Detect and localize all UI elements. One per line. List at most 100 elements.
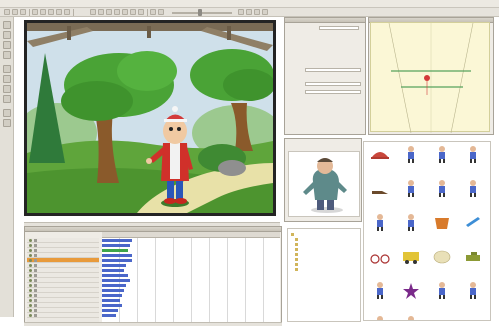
tree-node[interactable] (295, 252, 299, 256)
lock-icon[interactable] (34, 239, 37, 242)
keyframe-bar[interactable] (102, 309, 118, 312)
menu-modify[interactable] (60, 1, 74, 7)
menu-view[interactable] (32, 1, 46, 7)
library-item[interactable] (397, 247, 425, 275)
prop-value-field[interactable] (305, 90, 361, 94)
visibility-icon[interactable] (29, 309, 32, 312)
visibility-icon[interactable] (29, 244, 32, 247)
undo-button[interactable] (56, 9, 62, 15)
lock-icon[interactable] (34, 244, 37, 247)
visibility-icon[interactable] (29, 239, 32, 242)
keyframe-bar[interactable] (102, 239, 132, 242)
lock-icon[interactable] (34, 299, 37, 302)
camera-button[interactable] (150, 9, 156, 15)
keyframe-bar[interactable] (102, 264, 126, 267)
keyframe-bar[interactable] (102, 269, 124, 272)
library-item[interactable] (366, 213, 394, 241)
tree-node[interactable] (295, 237, 299, 241)
stop-button[interactable] (98, 9, 104, 15)
preview-button[interactable] (262, 9, 268, 15)
timeline-layer-row[interactable] (27, 313, 99, 318)
library-item[interactable] (428, 281, 456, 309)
keyframe-bar[interactable] (102, 284, 126, 287)
tree-node[interactable] (295, 247, 299, 251)
step-back-button[interactable] (114, 9, 120, 15)
visibility-icon[interactable] (29, 284, 32, 287)
keyframe-bar[interactable] (102, 314, 116, 317)
library-item[interactable] (428, 247, 456, 275)
scale-tool-icon[interactable] (3, 41, 11, 49)
lock-icon[interactable] (34, 249, 37, 252)
loop-button[interactable] (130, 9, 136, 15)
keyframe-bar[interactable] (102, 274, 128, 277)
library-item[interactable] (366, 247, 394, 275)
keyframe-bar[interactable] (102, 259, 132, 262)
menu-window[interactable] (74, 1, 88, 7)
lock-icon[interactable] (34, 259, 37, 262)
tree-node[interactable] (295, 242, 299, 246)
library-item[interactable] (459, 145, 487, 173)
lock-icon[interactable] (34, 254, 37, 257)
menu-edit[interactable] (18, 1, 32, 7)
library-item[interactable] (366, 315, 394, 320)
keyframe-bar[interactable] (102, 249, 128, 252)
lock-icon[interactable] (34, 289, 37, 292)
library-item[interactable] (428, 213, 456, 241)
library-item[interactable] (397, 315, 425, 320)
library-item[interactable] (459, 213, 487, 241)
library-item[interactable] (459, 247, 487, 275)
zoom-tool-icon[interactable] (3, 95, 11, 103)
timeline-horizontal-scrollbar[interactable] (24, 322, 282, 326)
keyframe-bar[interactable] (102, 254, 132, 257)
lock-icon[interactable] (34, 264, 37, 267)
visibility-icon[interactable] (29, 274, 32, 277)
lock-icon[interactable] (34, 314, 37, 317)
step-forward-button[interactable] (122, 9, 128, 15)
move-tool-icon[interactable] (3, 51, 11, 59)
library-item[interactable] (397, 145, 425, 173)
keyframe-bar[interactable] (102, 299, 120, 302)
new-file-button[interactable] (4, 9, 10, 15)
keyframe-bar[interactable] (102, 244, 130, 247)
library-item[interactable] (366, 145, 394, 173)
menu-insert[interactable] (46, 1, 60, 7)
visibility-icon[interactable] (29, 289, 32, 292)
save-button[interactable] (20, 9, 26, 15)
lock-icon[interactable] (34, 284, 37, 287)
select-tool-icon[interactable] (3, 21, 11, 29)
lock-icon[interactable] (34, 304, 37, 307)
visibility-icon[interactable] (29, 279, 32, 282)
onion-skin-button[interactable] (246, 9, 252, 15)
redo-button[interactable] (64, 9, 70, 15)
rewind-button[interactable] (106, 9, 112, 15)
grid-button[interactable] (238, 9, 244, 15)
lock-icon[interactable] (34, 309, 37, 312)
menu-help[interactable] (88, 1, 102, 7)
lock-icon[interactable] (34, 279, 37, 282)
keyframe-bar[interactable] (102, 279, 130, 282)
prop-name-field[interactable] (319, 26, 359, 30)
scene-view[interactable] (370, 22, 490, 134)
rotate-tool-icon[interactable] (3, 31, 11, 39)
keyframe-bar[interactable] (102, 289, 124, 292)
tree-node[interactable] (291, 232, 295, 236)
play-button[interactable] (90, 9, 96, 15)
prop-value-field[interactable] (305, 68, 361, 72)
prop-value-field[interactable] (305, 82, 361, 86)
visibility-icon[interactable] (29, 249, 32, 252)
visibility-icon[interactable] (29, 259, 32, 262)
paste-button[interactable] (48, 9, 54, 15)
lock-icon[interactable] (34, 294, 37, 297)
hand-tool-icon[interactable] (3, 85, 11, 93)
library-item[interactable] (428, 145, 456, 173)
keyframe-bar[interactable] (102, 294, 122, 297)
pen-tool-icon[interactable] (3, 65, 11, 73)
zoom-button[interactable] (158, 9, 164, 15)
lock-icon[interactable] (34, 274, 37, 277)
zoom-slider[interactable] (172, 12, 232, 14)
visibility-icon[interactable] (29, 254, 32, 257)
library-item[interactable] (366, 281, 394, 309)
library-item[interactable] (397, 281, 425, 309)
camera-tool-icon[interactable] (3, 109, 11, 117)
zoom-slider-thumb[interactable] (198, 9, 202, 16)
